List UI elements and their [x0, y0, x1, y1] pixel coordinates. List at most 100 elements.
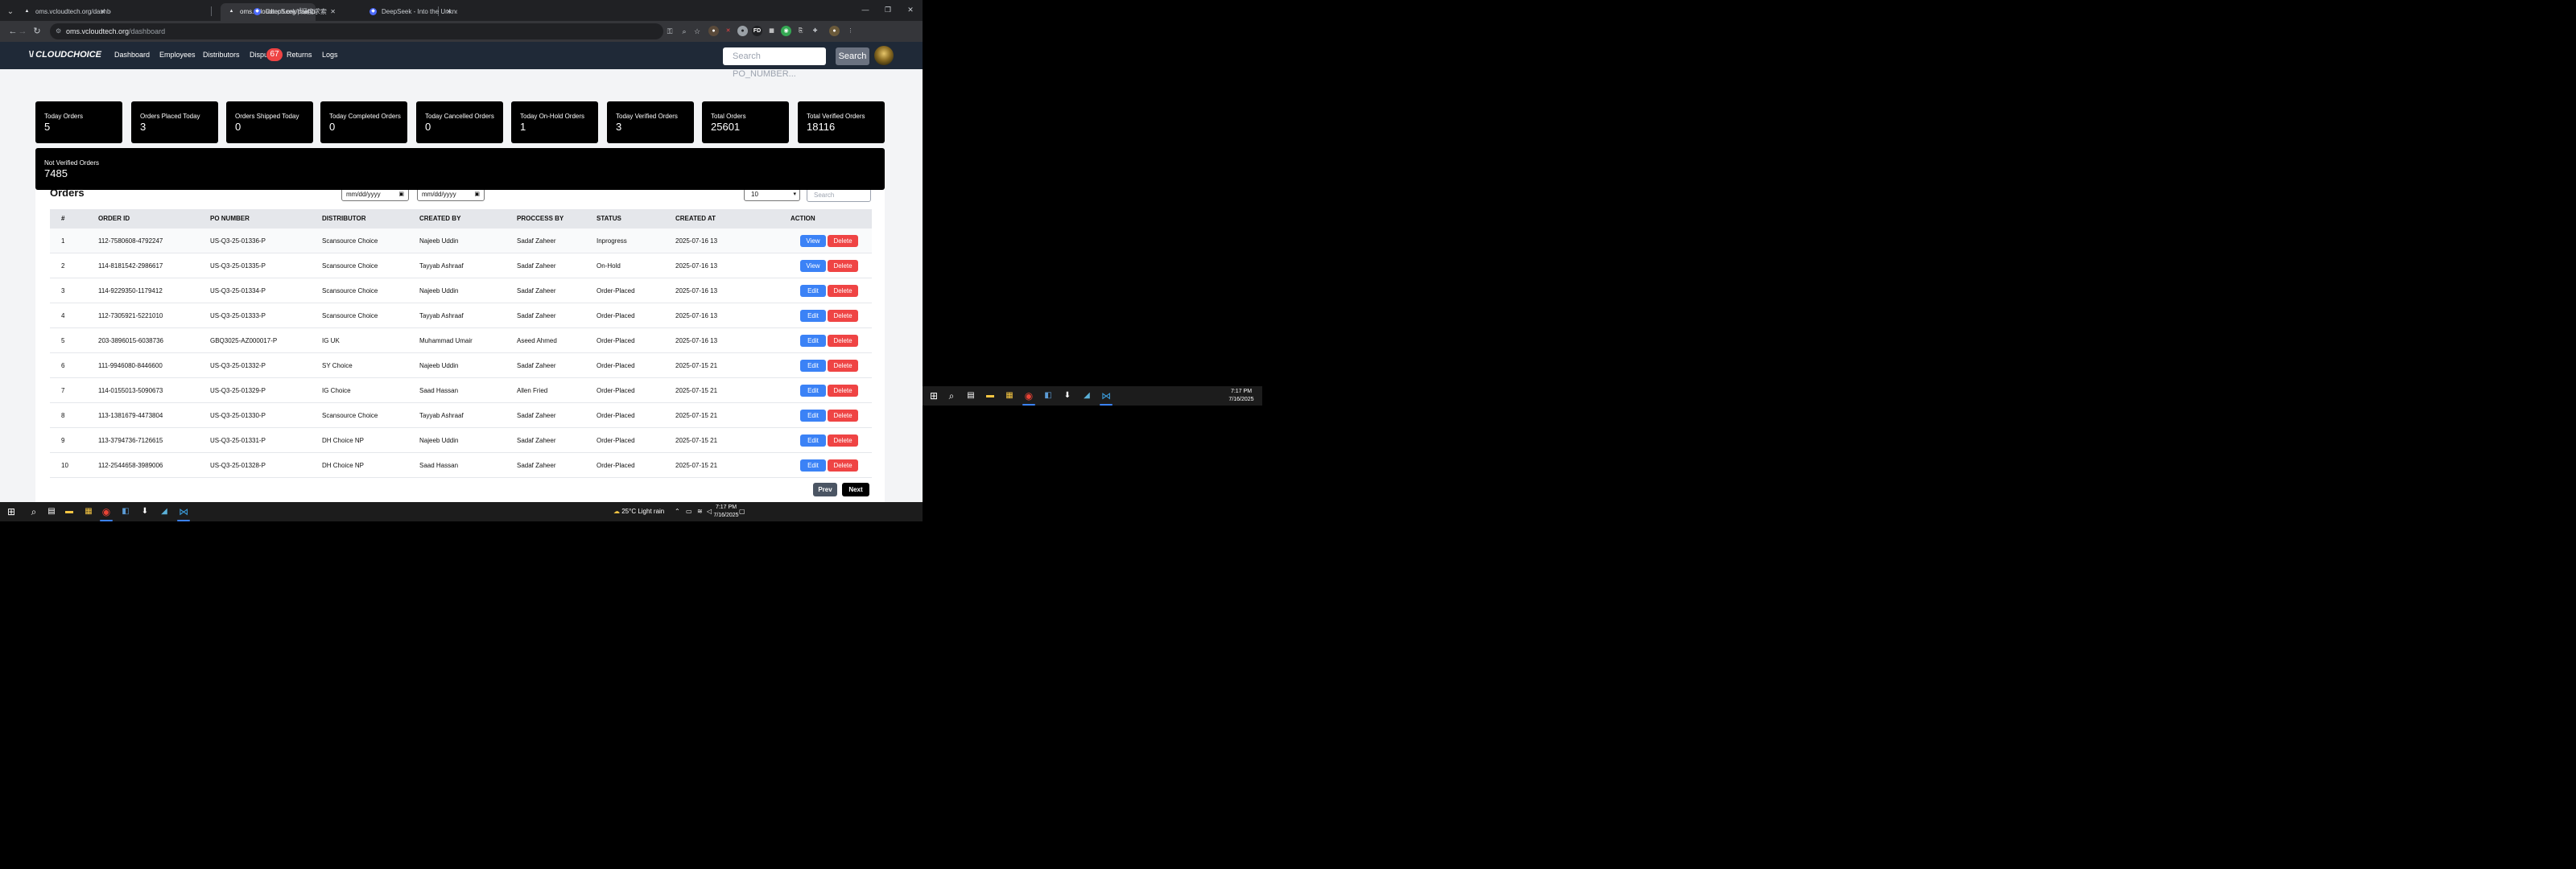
- extension-icon-3[interactable]: ●: [737, 26, 748, 36]
- zoom-icon[interactable]: ⌕: [679, 26, 689, 37]
- prev-page-button[interactable]: Prev: [813, 483, 837, 496]
- nav-returns[interactable]: Returns: [287, 51, 312, 59]
- view-order-button[interactable]: View: [800, 235, 826, 247]
- delete-order-button[interactable]: Delete: [828, 459, 858, 472]
- search-icon[interactable]: ⌕: [27, 505, 40, 518]
- wifi-icon[interactable]: ≋: [697, 502, 703, 521]
- extension-icon-5[interactable]: ▦: [766, 26, 777, 36]
- weather-widget[interactable]: ☁ 25°C Light rain: [613, 502, 664, 521]
- vscode-icon-2[interactable]: ⋈: [1100, 389, 1113, 402]
- delete-order-button[interactable]: Delete: [828, 260, 858, 272]
- network-icon[interactable]: ▭: [686, 502, 692, 521]
- delete-order-button[interactable]: Delete: [828, 285, 858, 297]
- task-view-icon[interactable]: ▤: [964, 389, 977, 402]
- extension-icon-4[interactable]: FD: [752, 26, 762, 36]
- column-header[interactable]: PO NUMBER: [210, 209, 250, 229]
- file-explorer-icon[interactable]: ▬: [63, 505, 76, 518]
- user-avatar[interactable]: [874, 46, 894, 65]
- browser-toolbar: ← → ↻ ⚙ oms.vcloudtech.org/dashboard ⚿ ⌕…: [0, 21, 923, 42]
- browser-tab-1[interactable]: ▲ oms.vcloudtech.org/dashboard ✕: [16, 3, 111, 21]
- taskbar-clock[interactable]: 7:17 PM 7/16/2025: [710, 504, 742, 520]
- edit-order-button[interactable]: Edit: [800, 335, 826, 347]
- extensions-puzzle-icon[interactable]: ✚: [810, 26, 820, 36]
- edit-order-button[interactable]: Edit: [800, 310, 826, 322]
- table-search-input[interactable]: Search: [807, 188, 871, 202]
- extension-icon-7[interactable]: ⎘: [795, 26, 806, 36]
- nav-distributors[interactable]: Distributors: [203, 51, 240, 59]
- close-tab-icon[interactable]: ✕: [446, 3, 452, 21]
- minimize-button[interactable]: —: [855, 2, 876, 18]
- chrome-icon[interactable]: ◉: [1022, 389, 1035, 402]
- browser-menu-icon[interactable]: ⋮: [845, 26, 856, 36]
- delete-order-button[interactable]: Delete: [828, 335, 858, 347]
- edit-order-button[interactable]: Edit: [800, 285, 826, 297]
- column-header[interactable]: #: [61, 209, 64, 229]
- vscode-icon-2[interactable]: ⋈: [177, 505, 190, 518]
- address-bar[interactable]: ⚙ oms.vcloudtech.org/dashboard: [50, 23, 663, 39]
- extension-icon-6[interactable]: ◉: [781, 26, 791, 36]
- vscode-icon-1[interactable]: ◢: [158, 505, 171, 518]
- extension-icon-1[interactable]: ●: [708, 26, 719, 36]
- edit-order-button[interactable]: Edit: [800, 434, 826, 447]
- windows-start-icon[interactable]: ⊞: [5, 505, 18, 518]
- column-header[interactable]: STATUS: [597, 209, 621, 229]
- column-header[interactable]: ACTION: [791, 209, 815, 229]
- store-icon[interactable]: ▦: [82, 505, 95, 518]
- restore-button[interactable]: ❐: [877, 2, 898, 18]
- delete-order-button[interactable]: Delete: [828, 434, 858, 447]
- cell-process-by: Sadaf Zaheer: [517, 362, 556, 369]
- column-header[interactable]: ORDER ID: [98, 209, 130, 229]
- notifications-icon[interactable]: ▢: [739, 502, 745, 521]
- nav-dashboard[interactable]: Dashboard: [114, 51, 150, 59]
- app-logo[interactable]: \/CLOUDCHOICE: [29, 50, 101, 60]
- windows-start-icon[interactable]: ⊞: [927, 389, 940, 402]
- search-icon[interactable]: ⌕: [945, 389, 958, 402]
- file-explorer-icon[interactable]: ▬: [984, 389, 997, 402]
- profile-icon[interactable]: ●: [829, 26, 840, 36]
- close-tab-icon[interactable]: ✕: [330, 3, 336, 21]
- po-search-input[interactable]: Search PO_NUMBER...: [723, 47, 826, 79]
- edit-order-button[interactable]: Edit: [800, 360, 826, 372]
- close-tab-icon[interactable]: ✕: [100, 3, 105, 21]
- vscode-icon-1[interactable]: ◢: [1080, 389, 1093, 402]
- download-app-icon[interactable]: ⬇: [138, 505, 151, 518]
- column-header[interactable]: PROCCESS BY: [517, 209, 564, 229]
- browser-tab-4[interactable]: ◆ DeepSeek - Into the Unknown ✕: [362, 3, 457, 21]
- delete-order-button[interactable]: Delete: [828, 385, 858, 397]
- nav-employees[interactable]: Employees: [159, 51, 196, 59]
- bookmark-star-icon[interactable]: ☆: [692, 26, 702, 37]
- password-icon[interactable]: ⚿: [665, 26, 675, 37]
- cell-status: Order-Placed: [597, 287, 635, 294]
- delete-order-button[interactable]: Delete: [828, 360, 858, 372]
- delete-order-button[interactable]: Delete: [828, 310, 858, 322]
- next-page-button[interactable]: Next: [842, 483, 869, 496]
- extension-icon-2[interactable]: ✕: [723, 26, 733, 36]
- edit-order-button[interactable]: Edit: [800, 385, 826, 397]
- site-info-icon[interactable]: ⚙: [56, 23, 61, 39]
- column-header[interactable]: CREATED BY: [419, 209, 460, 229]
- secondary-taskbar-clock[interactable]: 7:17 PM 7/16/2025: [1224, 388, 1259, 404]
- close-window-button[interactable]: ✕: [900, 2, 921, 18]
- download-app-icon[interactable]: ⬇: [1061, 389, 1074, 402]
- tray-chevron-icon[interactable]: ⌃: [675, 502, 680, 521]
- edit-order-button[interactable]: Edit: [800, 410, 826, 422]
- new-tab-button[interactable]: +: [293, 2, 308, 19]
- delete-order-button[interactable]: Delete: [828, 410, 858, 422]
- app-icon[interactable]: ◧: [119, 505, 132, 518]
- task-view-icon[interactable]: ▤: [45, 505, 58, 518]
- chrome-icon[interactable]: ◉: [100, 505, 113, 518]
- page-size-select[interactable]: 10 ▾: [744, 188, 800, 201]
- app-icon[interactable]: ◧: [1042, 389, 1055, 402]
- forward-icon[interactable]: →: [16, 24, 29, 39]
- column-header[interactable]: DISTRIBUTOR: [322, 209, 366, 229]
- delete-order-button[interactable]: Delete: [828, 235, 858, 247]
- edit-order-button[interactable]: Edit: [800, 459, 826, 472]
- nav-logs[interactable]: Logs: [322, 51, 338, 59]
- cell-po: US-Q3-25-01329-P: [210, 387, 266, 394]
- nav-disputes[interactable]: Dispu: [250, 51, 268, 59]
- column-header[interactable]: CREATED AT: [675, 209, 716, 229]
- reload-icon[interactable]: ↻: [31, 24, 43, 39]
- view-order-button[interactable]: View: [800, 260, 826, 272]
- store-icon[interactable]: ▦: [1003, 389, 1016, 402]
- po-search-button[interactable]: Search: [836, 47, 869, 65]
